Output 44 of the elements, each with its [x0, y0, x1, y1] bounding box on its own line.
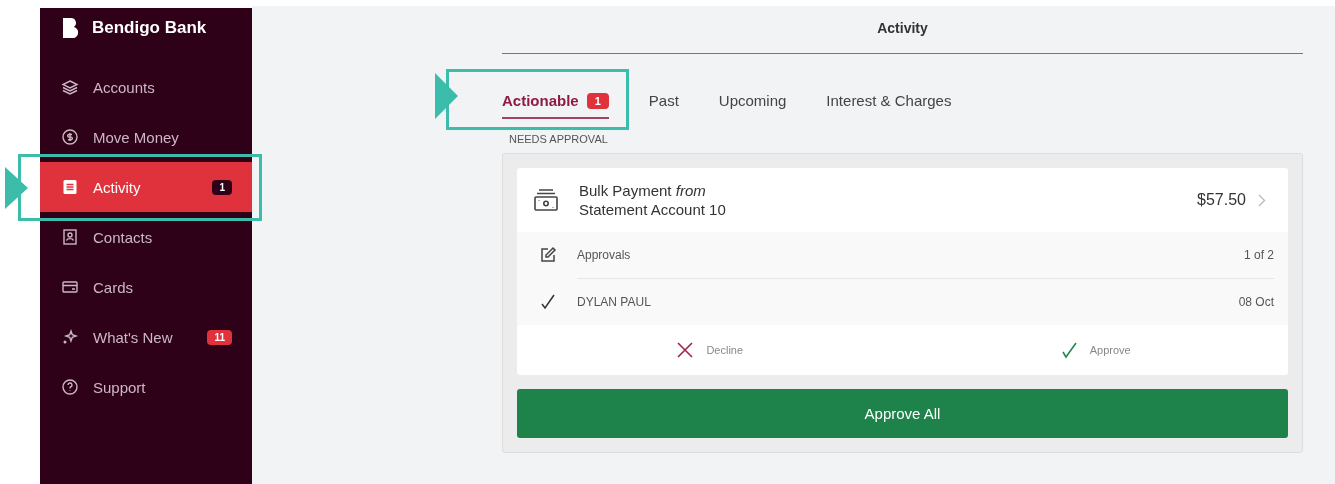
logo-icon: [62, 18, 78, 38]
approval-date: 08 Oct: [1238, 295, 1274, 309]
coin-icon: [61, 128, 79, 146]
cross-icon: [676, 341, 695, 359]
pointer-arrow-icon: [5, 167, 28, 209]
payment-row[interactable]: Bulk Payment from Statement Account 10 $57.50: [517, 168, 1288, 232]
approve-button[interactable]: Approve: [1055, 337, 1135, 363]
tab[interactable]: Past: [648, 92, 679, 119]
page-title: Activity: [502, 6, 1303, 54]
account-name: Statement Account 10: [579, 201, 727, 218]
decline-button[interactable]: Decline: [672, 337, 748, 363]
count-badge: 1: [212, 179, 232, 195]
tab[interactable]: Actionable 1: [502, 92, 609, 119]
edit-icon: [539, 246, 557, 264]
tab[interactable]: Interest & Charges: [826, 92, 952, 119]
cash-icon: [533, 188, 559, 212]
nav-item[interactable]: Move Money: [40, 112, 252, 162]
brand-name: Bendigo Bank: [92, 18, 207, 38]
payment-title: Bulk Payment from: [579, 182, 707, 199]
list-icon: [61, 178, 79, 196]
section-label: NEEDS APPROVAL: [509, 133, 609, 145]
contact-icon: [61, 228, 79, 246]
approvals-label: Approvals: [577, 248, 632, 262]
nav-item[interactable]: Contacts: [40, 212, 252, 262]
tab[interactable]: Upcoming: [718, 92, 787, 119]
nav-item[interactable]: Activity 1: [40, 162, 252, 212]
layers-icon: [61, 78, 79, 96]
payment-amount: $57.50: [1197, 191, 1246, 209]
sparkle-icon: [61, 328, 79, 346]
count-badge: 1: [586, 92, 609, 109]
approvals-count: 1 of 2: [1243, 248, 1274, 262]
nav-item[interactable]: What's New 11: [40, 312, 252, 362]
pointer-arrow-icon: [435, 73, 458, 119]
nav-item[interactable]: Accounts: [40, 62, 252, 112]
chevron-right-icon: [1258, 193, 1266, 207]
help-icon: [61, 378, 79, 396]
check-icon: [1059, 341, 1078, 359]
card-icon: [61, 278, 79, 296]
approver-name: DYLAN PAUL: [577, 295, 652, 309]
check-icon: [539, 293, 557, 311]
approve-all-button[interactable]: Approve All: [517, 389, 1288, 438]
nav-item[interactable]: Support: [40, 362, 252, 412]
nav-item[interactable]: Cards: [40, 262, 252, 312]
count-badge: 11: [207, 329, 232, 345]
